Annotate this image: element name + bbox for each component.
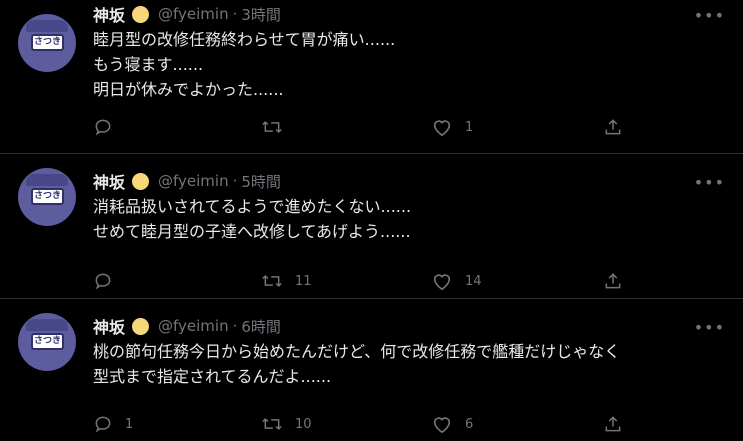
user-handle[interactable]: @fyeimin xyxy=(158,172,229,190)
share-icon xyxy=(605,416,621,432)
reply-count: 1 xyxy=(125,416,134,432)
tweet-text: 桃の節句任務今日から始めたんだけど、何で改修任務で艦種だけじゃなく 型式まで指定… xyxy=(93,339,729,389)
tweet-text: 消耗品扱いされてるようで進めたくない...... せめて睦月型の子達へ改修してあ… xyxy=(93,194,729,244)
like-button[interactable]: 14 xyxy=(431,271,482,291)
separator: · xyxy=(232,317,238,335)
tweet-text-line: 明日が休みでよかった...... xyxy=(93,80,284,99)
avatar-badge: さつき xyxy=(31,34,64,51)
more-icon[interactable]: ••• xyxy=(694,173,725,192)
avatar-hood xyxy=(26,174,68,186)
reply-button[interactable] xyxy=(93,271,125,291)
moon-emoji-icon xyxy=(132,172,150,190)
tweet-header: 神坂 @fyeimin · 6時間 xyxy=(93,312,729,340)
display-name[interactable]: 神坂 xyxy=(93,169,125,193)
moon-emoji-icon xyxy=(132,5,150,23)
display-name[interactable]: 神坂 xyxy=(93,314,125,338)
tweet[interactable]: さつき 神坂 @fyeimin · 5時間 ••• 消耗品扱いされてるようで進め… xyxy=(0,154,743,299)
avatar[interactable]: さつき xyxy=(18,313,76,371)
heart-icon xyxy=(433,120,451,137)
like-count: 1 xyxy=(465,119,474,135)
reply-button[interactable]: 1 xyxy=(93,414,133,434)
more-icon[interactable]: ••• xyxy=(694,318,725,337)
like-button[interactable]: 6 xyxy=(431,414,473,434)
separator: · xyxy=(232,172,238,190)
tweet-text-line: せめて睦月型の子達へ改修してあげよう...... xyxy=(93,222,411,241)
share-button[interactable] xyxy=(603,414,623,434)
retweet-icon xyxy=(262,275,282,287)
more-icon[interactable]: ••• xyxy=(694,6,725,25)
tweet[interactable]: さつき 神坂 @fyeimin · 6時間 ••• 桃の節句任務今日から始めたん… xyxy=(0,299,743,441)
moon-emoji-icon xyxy=(132,317,150,335)
reply-icon xyxy=(95,119,111,136)
tweet-header: 神坂 @fyeimin · 3時間 xyxy=(93,0,729,28)
retweet-button[interactable]: 11 xyxy=(261,271,312,291)
tweet-timestamp[interactable]: 6時間 xyxy=(241,316,281,337)
user-handle[interactable]: @fyeimin xyxy=(158,5,229,23)
tweet-header: 神坂 @fyeimin · 5時間 xyxy=(93,167,729,195)
retweet-button[interactable] xyxy=(261,117,295,137)
heart-icon xyxy=(433,274,451,291)
tweet-text-line: 睦月型の改修任務終わらせて胃が痛い...... xyxy=(93,30,396,49)
avatar[interactable]: さつき xyxy=(18,168,76,226)
share-icon xyxy=(605,273,621,289)
separator: · xyxy=(232,5,238,23)
tweet-text-line: もう寝ます...... xyxy=(93,55,204,74)
tweet-text: 睦月型の改修任務終わらせて胃が痛い...... もう寝ます...... 明日が休… xyxy=(93,27,729,102)
reply-icon xyxy=(95,416,111,433)
retweet-icon xyxy=(262,418,282,430)
tweet-timestamp[interactable]: 5時間 xyxy=(241,171,281,192)
retweet-icon xyxy=(262,121,282,133)
timeline: さつき 神坂 @fyeimin · 3時間 ••• 睦月型の改修任務終わらせて胃… xyxy=(0,0,743,441)
tweet-content: 神坂 @fyeimin · 6時間 ••• 桃の節句任務今日から始めたんだけど、… xyxy=(93,299,729,434)
tweet[interactable]: さつき 神坂 @fyeimin · 3時間 ••• 睦月型の改修任務終わらせて胃… xyxy=(0,0,743,154)
tweet-text-line: 桃の節句任務今日から始めたんだけど、何で改修任務で艦種だけじゃなく xyxy=(93,342,621,361)
tweet-actions: 1 10 6 xyxy=(93,412,633,436)
reply-button[interactable] xyxy=(93,117,125,137)
avatar-badge: さつき xyxy=(31,188,64,205)
tweet-actions: 11 14 xyxy=(93,269,633,293)
tweet-text-line: 消耗品扱いされてるようで進めたくない...... xyxy=(93,197,412,216)
tweet-content: 神坂 @fyeimin · 5時間 ••• 消耗品扱いされてるようで進めたくない… xyxy=(93,154,729,291)
like-count: 14 xyxy=(465,273,482,289)
like-count: 6 xyxy=(465,416,474,432)
retweet-count: 11 xyxy=(295,273,312,289)
share-button[interactable] xyxy=(603,271,623,291)
retweet-count: 10 xyxy=(295,416,312,432)
share-button[interactable] xyxy=(603,117,623,137)
tweet-actions: 1 xyxy=(93,115,633,139)
user-handle[interactable]: @fyeimin xyxy=(158,317,229,335)
avatar-badge: さつき xyxy=(31,333,64,350)
heart-icon xyxy=(433,417,451,434)
tweet-timestamp[interactable]: 3時間 xyxy=(241,4,281,25)
display-name[interactable]: 神坂 xyxy=(93,2,125,26)
avatar[interactable]: さつき xyxy=(18,14,76,72)
avatar-hood xyxy=(26,319,68,331)
like-button[interactable]: 1 xyxy=(431,117,473,137)
reply-icon xyxy=(95,273,111,290)
tweet-content: 神坂 @fyeimin · 3時間 ••• 睦月型の改修任務終わらせて胃が痛い.… xyxy=(93,0,729,137)
avatar-hood xyxy=(26,20,68,32)
retweet-button[interactable]: 10 xyxy=(261,414,312,434)
share-icon xyxy=(605,119,621,135)
tweet-text-line: 型式まで指定されてるんだよ...... xyxy=(93,367,332,386)
